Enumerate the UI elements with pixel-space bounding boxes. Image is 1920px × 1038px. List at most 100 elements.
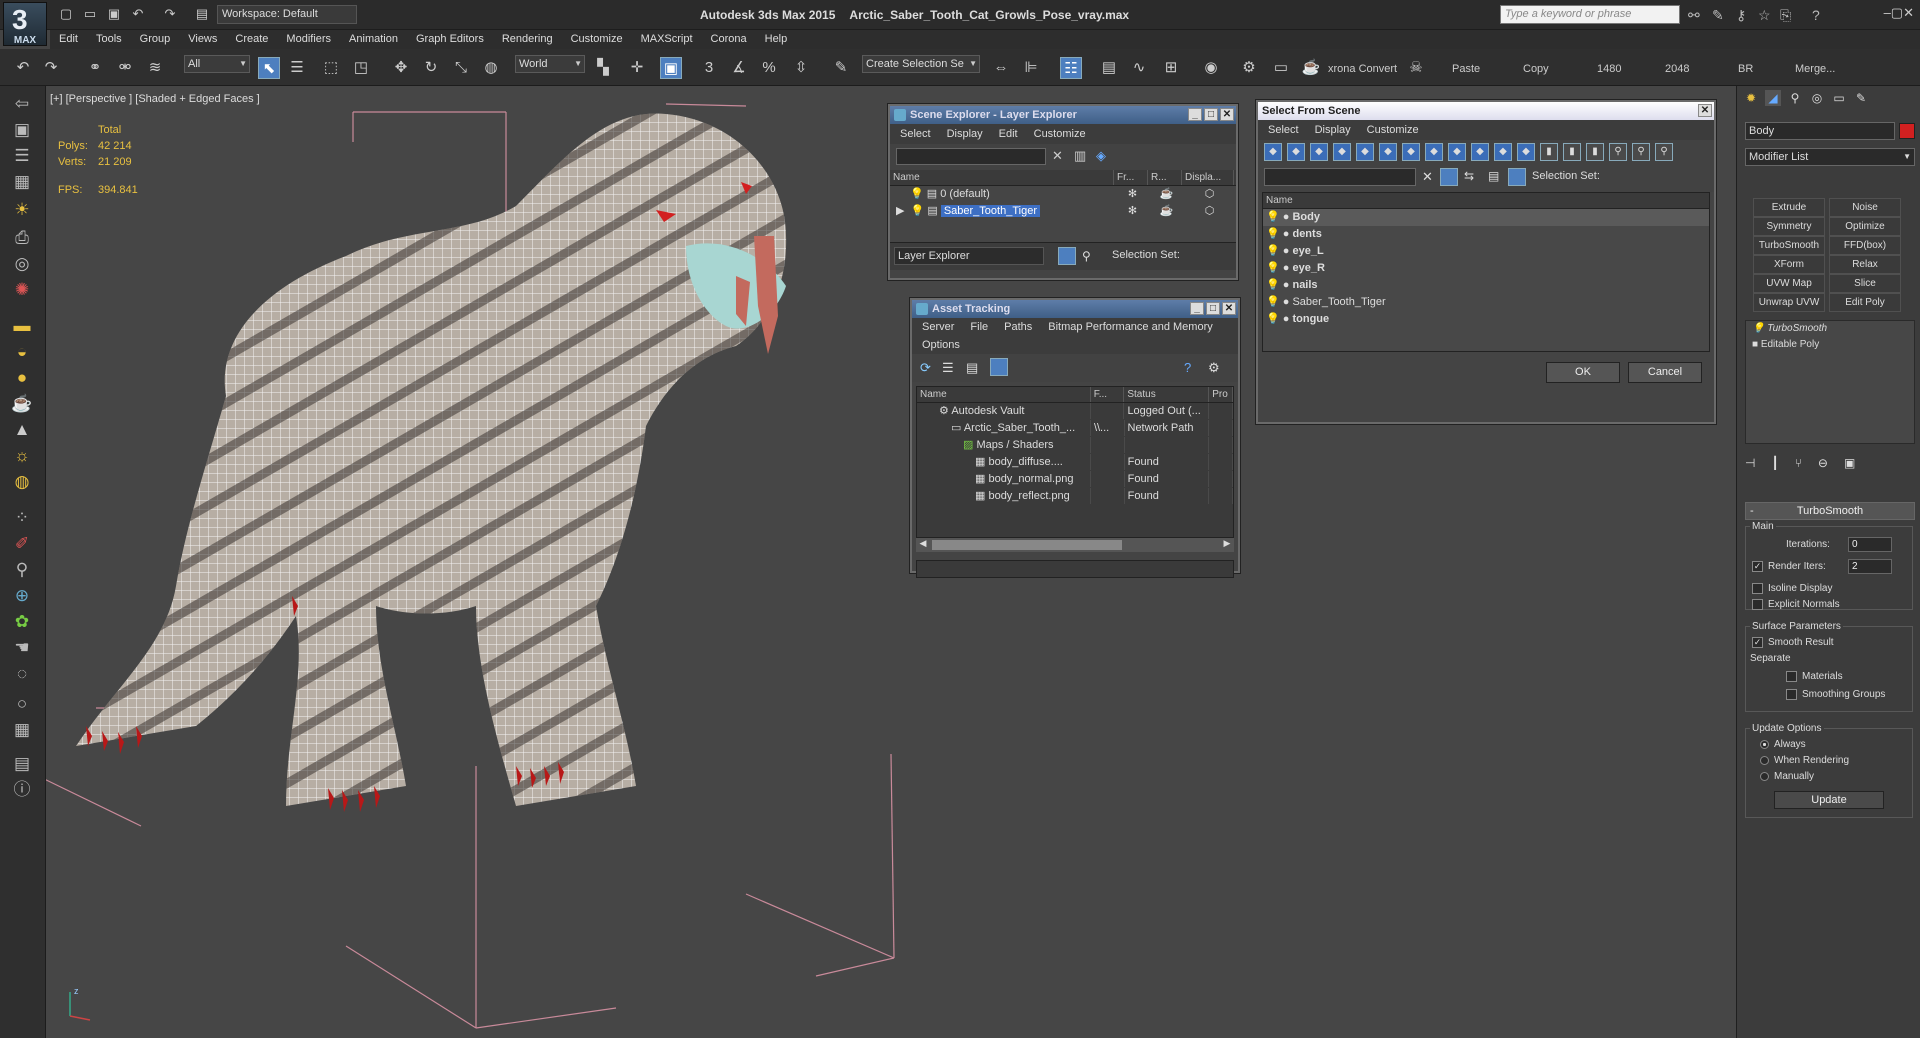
render-frame-icon[interactable]: ▣ (10, 118, 34, 142)
expand-box-icon[interactable]: ■ (1752, 339, 1758, 350)
col-display[interactable]: Displa... (1182, 170, 1234, 185)
filter-shapes-icon[interactable]: ◆ (1287, 143, 1305, 161)
table-view-icon[interactable] (990, 358, 1008, 376)
align-icon[interactable]: ⊫ (1020, 57, 1042, 79)
globe-icon[interactable]: ⊕ (10, 584, 34, 608)
modifier-button-extrude[interactable]: Extrude (1753, 198, 1825, 217)
particle-icon[interactable]: ⁘ (10, 506, 34, 530)
minimize-icon[interactable]: – (1884, 5, 1891, 20)
stack-item-turbosmooth[interactable]: 💡 TurboSmooth (1746, 321, 1914, 337)
light-bulb-icon[interactable]: 💡 (1266, 245, 1283, 257)
skull-icon[interactable]: ☠ (1405, 57, 1427, 79)
asset-row[interactable]: ⚙ Autodesk Vault Logged Out (... (917, 403, 1233, 420)
asset-row[interactable]: ▦ body_reflect.png Found (917, 488, 1233, 505)
select-from-scene-titlebar[interactable]: Select From Scene ✕ (1258, 102, 1714, 120)
menu-item-modifiers[interactable]: Modifiers (277, 30, 340, 49)
light-bulb-icon[interactable]: 💡 (1266, 228, 1283, 240)
info-icon[interactable]: ⓘ (10, 778, 34, 802)
unlink-icon[interactable]: ⚮ (114, 57, 136, 79)
light-bulb-icon[interactable]: 💡 (1266, 296, 1283, 308)
object-row[interactable]: 💡 ● Saber_Tooth_Tiger (1263, 294, 1709, 311)
filter-bones-icon[interactable]: ◆ (1448, 143, 1466, 161)
tools-icon[interactable]: ✎ (1712, 7, 1724, 23)
animation-icon[interactable]: ✺ (10, 278, 34, 302)
modifier-list-dropdown[interactable]: Modifier List ▼ (1745, 148, 1915, 166)
asset-path-field[interactable] (916, 560, 1234, 578)
menu-server[interactable]: Server (922, 321, 954, 333)
workspace-dropdown[interactable]: Workspace: Default (217, 5, 357, 24)
undo-icon[interactable]: ↶ (130, 6, 146, 22)
br-button[interactable]: BR (1738, 63, 1753, 75)
maximize-icon[interactable]: □ (1204, 108, 1218, 121)
make-unique-icon[interactable]: ⑂ (1795, 456, 1802, 470)
keyboard-shortcut-override-icon[interactable]: ▣ (660, 57, 682, 79)
mirror-icon[interactable]: ⇔ (990, 57, 1012, 79)
object-row[interactable]: 💡 ● nails (1263, 277, 1709, 294)
render-teapot-icon[interactable]: ☕ (1300, 57, 1322, 79)
spinner-snap-icon[interactable]: ⇳ (790, 57, 812, 79)
object-row[interactable]: 💡 ● Body (1263, 209, 1709, 226)
scene-explorer-titlebar[interactable]: Scene Explorer - Layer Explorer _ □ ✕ (890, 106, 1236, 124)
corona-convert-label[interactable]: xrona Convert (1328, 63, 1397, 75)
modifier-button-uvw-map[interactable]: UVW Map (1753, 274, 1825, 293)
create-tab-icon[interactable]: ✹ (1743, 90, 1759, 106)
layer-row[interactable]: ▶ 💡 ▤ Saber_Tooth_Tiger ✻ ☕ ⬡ (890, 203, 1236, 220)
light-bulb-icon[interactable]: 💡 (1266, 211, 1283, 223)
col-full-path[interactable]: F... (1091, 387, 1125, 402)
menu-paths[interactable]: Paths (1004, 321, 1032, 333)
camera-icon[interactable]: ⎙ (10, 226, 34, 250)
window-crossing-icon[interactable]: ◳ (350, 57, 372, 79)
configure-sets-icon[interactable]: ▣ (1844, 456, 1855, 470)
menu-bitmap-performance-and-memory[interactable]: Bitmap Performance and Memory (1048, 321, 1212, 333)
resolution-1480-button[interactable]: 1480 (1597, 63, 1621, 75)
always-radio[interactable] (1760, 739, 1769, 749)
stack-item-editable-poly[interactable]: ■ Editable Poly (1746, 337, 1914, 353)
menu-item-edit[interactable]: Edit (50, 30, 87, 49)
hierarchy-toggle-icon[interactable] (1508, 168, 1526, 186)
selection-filter-dropdown[interactable]: All (184, 55, 250, 73)
motion-tab-icon[interactable]: ◎ (1809, 90, 1825, 106)
undo-icon[interactable]: ↶ (12, 57, 34, 79)
display-box-icon[interactable]: ⬡ (1182, 203, 1234, 220)
viewport-label[interactable]: [+] [Perspective ] [Shaded + Edged Faces… (50, 93, 260, 105)
menu-customize[interactable]: Customize (1034, 128, 1086, 140)
layer-row[interactable]: 💡 ▤ 0 (default) ✻ ☕ ⬡ (890, 186, 1236, 203)
filter-options-icon[interactable]: ⚲ (1632, 143, 1650, 161)
object-row[interactable]: 💡 ● eye_L (1263, 243, 1709, 260)
modifier-button-turbosmooth[interactable]: TurboSmooth (1753, 236, 1825, 255)
asset-row[interactable]: ▦ body_diffuse.... Found (917, 454, 1233, 471)
cancel-button[interactable]: Cancel (1628, 362, 1702, 383)
sphere-icon[interactable]: ● (10, 366, 34, 390)
smoothing-groups-checkbox[interactable] (1786, 689, 1797, 700)
material-editor-icon[interactable]: ◉ (1200, 57, 1222, 79)
render-teapot-icon[interactable]: ☕ (1148, 186, 1182, 203)
col-freeze[interactable]: Fr... (1114, 170, 1148, 185)
freeze-icon[interactable]: ✻ (1114, 203, 1148, 220)
link-icon[interactable]: ⚭ (84, 57, 106, 79)
menu-item-views[interactable]: Views (179, 30, 226, 49)
exchange-icon[interactable]: ⎘ (1780, 7, 1791, 23)
filter-containers-icon[interactable]: ◆ (1471, 143, 1489, 161)
detail-icon[interactable]: ▤ (966, 360, 978, 376)
schematic-view-icon[interactable]: ⊞ (1160, 57, 1182, 79)
refresh-icon[interactable]: ⟳ (920, 360, 931, 376)
menu-item-group[interactable]: Group (131, 30, 180, 49)
snaps-toggle-icon[interactable]: 3 (698, 57, 720, 79)
utilities-tab-icon[interactable]: ✎ (1853, 90, 1869, 106)
named-selection-set-dropdown[interactable]: Create Selection Se (862, 55, 980, 73)
modifier-button-relax[interactable]: Relax (1829, 255, 1901, 274)
pin-stack-icon[interactable]: ⊣ (1745, 456, 1755, 470)
filter-helpers-icon[interactable]: ◆ (1356, 143, 1374, 161)
light-bulb-icon[interactable]: 💡 (910, 188, 924, 200)
menu-item-maxscript[interactable]: MAXScript (632, 30, 702, 49)
sync-icon[interactable]: ⇆ (1464, 169, 1474, 183)
script-icon[interactable]: ▤ (10, 752, 34, 776)
sun-icon[interactable]: ☼ (10, 444, 34, 468)
object-color-swatch[interactable] (1899, 123, 1915, 139)
asset-row[interactable]: ▨ Maps / Shaders (917, 437, 1233, 454)
resolution-2048-button[interactable]: 2048 (1665, 63, 1689, 75)
render-setup-icon[interactable]: ⚙ (1238, 57, 1260, 79)
layers-toggle-icon[interactable] (1058, 247, 1076, 265)
light-bulb-icon[interactable]: 💡 (1266, 262, 1283, 274)
minimize-icon[interactable]: _ (1188, 108, 1202, 121)
